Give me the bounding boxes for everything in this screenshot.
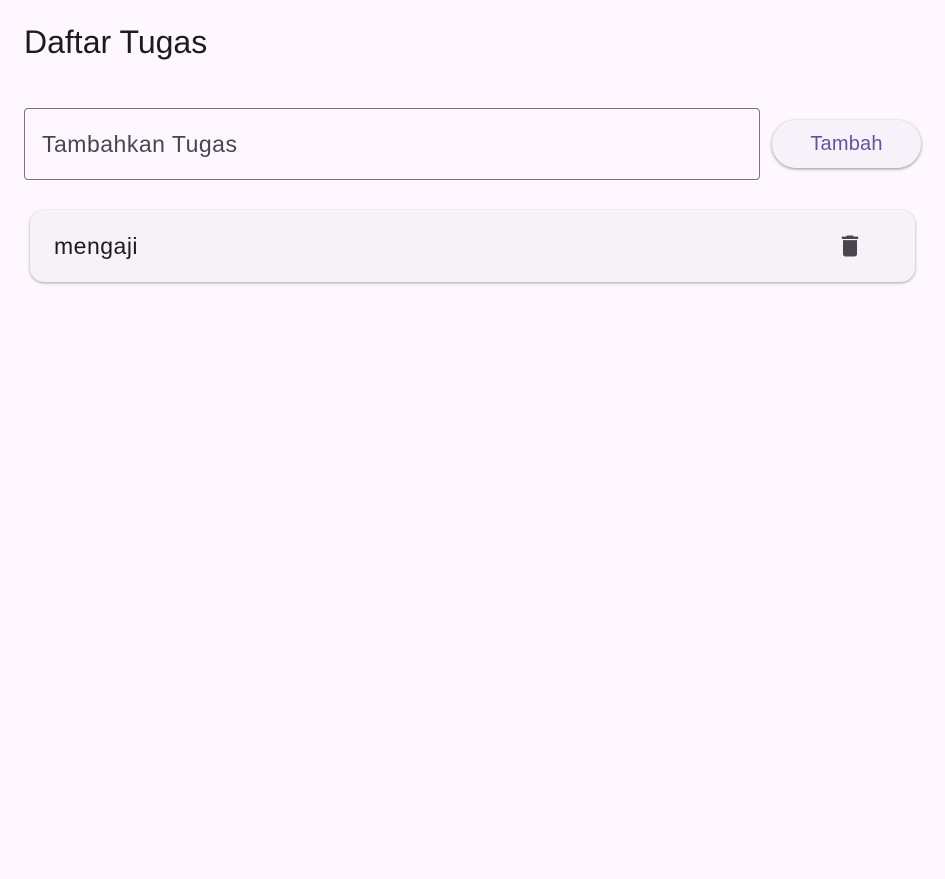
- delete-icon: [836, 232, 864, 260]
- task-label: mengaji: [54, 233, 139, 259]
- page-title: Daftar Tugas: [24, 24, 208, 60]
- task-list-item: mengaji: [30, 210, 915, 282]
- app-bar: Daftar Tugas: [0, 0, 945, 84]
- task-input[interactable]: [24, 108, 760, 180]
- add-task-button[interactable]: Tambah: [772, 120, 921, 168]
- delete-task-button[interactable]: [826, 222, 874, 270]
